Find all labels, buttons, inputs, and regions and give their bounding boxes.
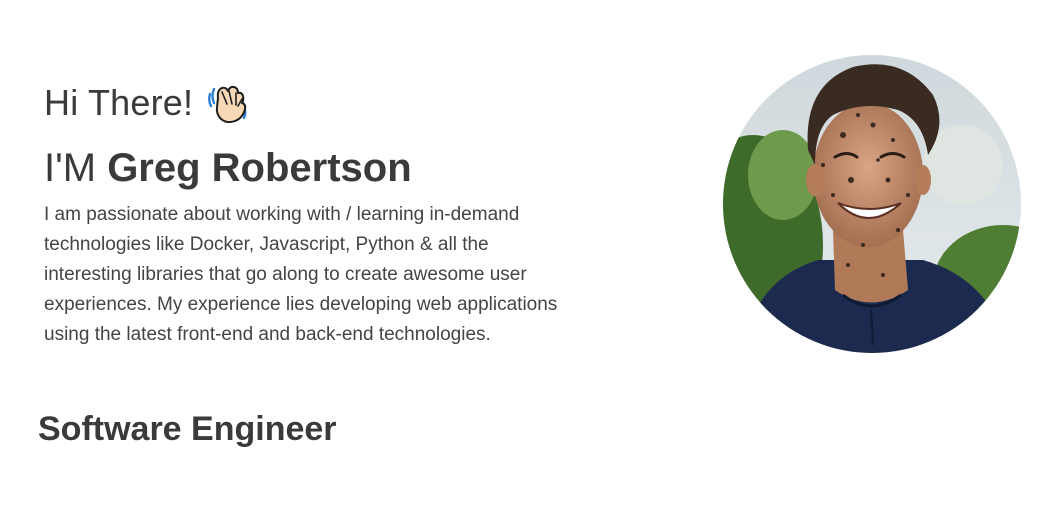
profile-photo	[723, 55, 1021, 353]
greeting-text: Hi There!	[44, 82, 194, 123]
greeting-row: Hi There!	[44, 78, 584, 128]
hero-section: Hi There! I'M Greg Robertson I am passio…	[0, 0, 1037, 516]
name-prefix: I'M	[44, 146, 108, 190]
role-title: Software Engineer	[38, 410, 337, 448]
bio-paragraph: I am passionate about working with / lea…	[44, 204, 558, 345]
full-name: Greg Robertson	[107, 146, 412, 190]
name-heading: I'M Greg Robertson	[44, 146, 584, 190]
waving-hand-icon	[205, 80, 251, 126]
intro-block: Hi There! I'M Greg Robertson I am passio…	[44, 78, 584, 350]
